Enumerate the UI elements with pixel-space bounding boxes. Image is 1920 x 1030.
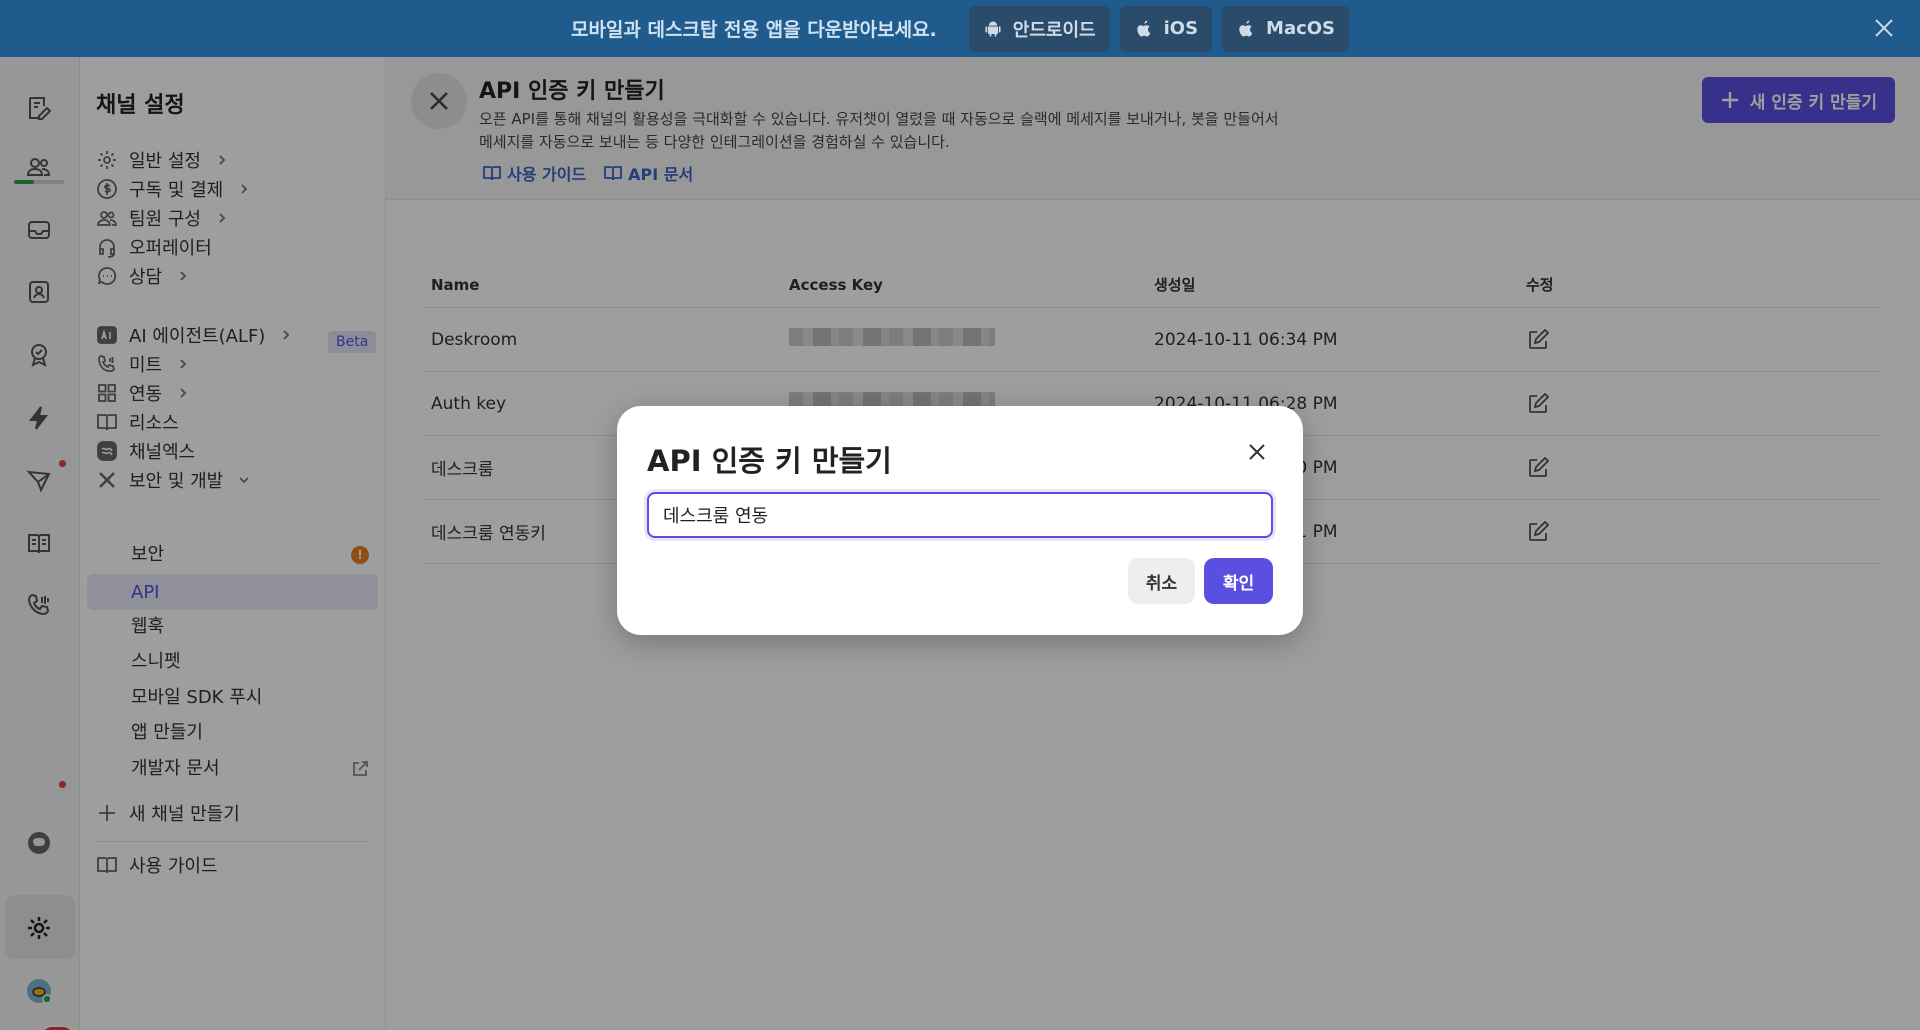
apple-icon bbox=[1239, 20, 1253, 36]
ios-label: iOS bbox=[1163, 18, 1199, 39]
android-icon bbox=[985, 21, 1001, 36]
ios-download-button[interactable]: iOS bbox=[1119, 5, 1213, 52]
create-api-key-dialog: API 인증 키 만들기 취소 확인 bbox=[617, 406, 1303, 635]
macos-download-button[interactable]: MacOS bbox=[1222, 5, 1350, 52]
apple-icon bbox=[1136, 20, 1150, 36]
close-icon bbox=[1875, 19, 1893, 37]
dialog-title: API 인증 키 만들기 bbox=[647, 444, 892, 478]
download-banner: 모바일과 데스크탑 전용 앱을 다운받아보세요. 안드로이드 iOS MacOS bbox=[0, 0, 1920, 57]
macos-label: MacOS bbox=[1266, 18, 1336, 39]
cancel-button[interactable]: 취소 bbox=[1128, 558, 1195, 604]
android-download-button[interactable]: 안드로이드 bbox=[968, 5, 1110, 52]
banner-close-button[interactable] bbox=[1870, 14, 1898, 42]
close-icon bbox=[1249, 444, 1265, 460]
confirm-button[interactable]: 확인 bbox=[1204, 558, 1273, 604]
banner-text: 모바일과 데스크탑 전용 앱을 다운받아보세요. bbox=[570, 19, 937, 41]
dialog-close-button[interactable] bbox=[1245, 440, 1269, 464]
key-name-input[interactable] bbox=[647, 492, 1273, 538]
android-label: 안드로이드 bbox=[1012, 19, 1096, 41]
